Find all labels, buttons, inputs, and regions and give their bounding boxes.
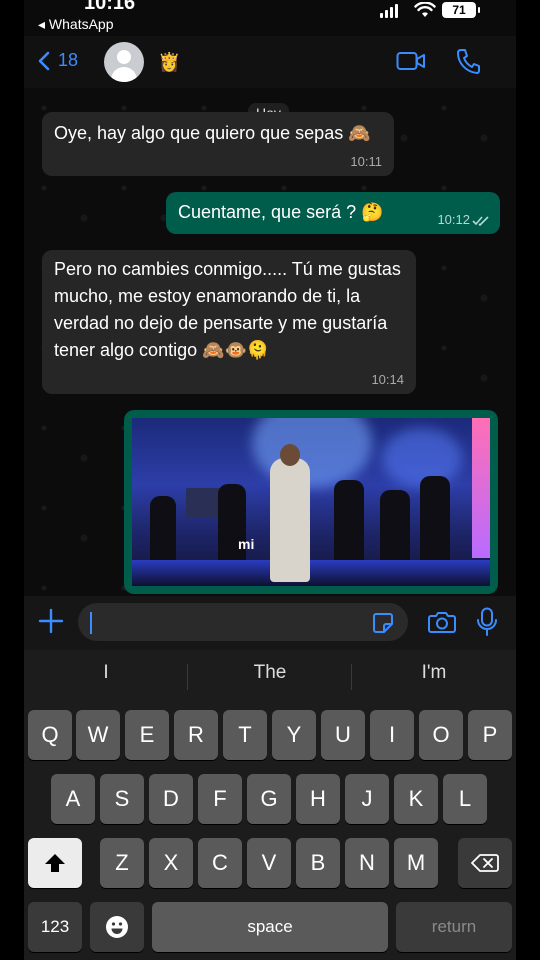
status-time: 10:16 (84, 0, 136, 14)
key-y[interactable]: Y (272, 710, 316, 760)
message-text: Oye, hay algo que quiero que sepas 🙈 (54, 123, 371, 143)
message-outgoing[interactable]: Cuentame, que será ? 🤔 10:12 (166, 192, 500, 234)
wifi-icon (414, 2, 436, 17)
numbers-key[interactable]: 123 (28, 902, 82, 952)
plus-icon[interactable] (38, 608, 64, 634)
suggestion-1[interactable]: I (26, 662, 186, 684)
back-to-app-link[interactable]: ◂ WhatsApp (38, 16, 114, 33)
back-app-label: WhatsApp (48, 16, 114, 32)
message-input-bar (24, 596, 516, 650)
key-z[interactable]: Z (100, 838, 144, 888)
unread-count: 18 (58, 50, 79, 70)
key-h[interactable]: H (296, 774, 340, 824)
message-input[interactable] (78, 603, 408, 641)
key-p[interactable]: P (468, 710, 512, 760)
key-i[interactable]: I (370, 710, 414, 760)
backspace-key[interactable] (458, 838, 512, 888)
key-u[interactable]: U (321, 710, 365, 760)
shift-key[interactable] (28, 838, 82, 888)
key-t[interactable]: T (223, 710, 267, 760)
return-key[interactable]: return (396, 902, 512, 952)
contact-name[interactable]: 👸 (158, 52, 180, 73)
key-x[interactable]: X (149, 838, 193, 888)
key-r[interactable]: R (174, 710, 218, 760)
message-incoming[interactable]: Pero no cambies conmigo..... Tú me gusta… (42, 250, 416, 394)
key-q[interactable]: Q (28, 710, 72, 760)
key-j[interactable]: J (345, 774, 389, 824)
backspace-icon (471, 854, 499, 872)
back-button[interactable]: 18 (38, 50, 78, 71)
emoji-icon (106, 916, 128, 938)
status-bar: 10:16 ◂ WhatsApp 71 (24, 0, 516, 36)
phone-icon[interactable] (456, 48, 480, 74)
key-f[interactable]: F (198, 774, 242, 824)
key-n[interactable]: N (345, 838, 389, 888)
message-time: 10:12 (437, 212, 470, 227)
video-call-icon[interactable] (396, 50, 426, 72)
key-l[interactable]: L (443, 774, 487, 824)
key-c[interactable]: C (198, 838, 242, 888)
suggestion-2[interactable]: The (190, 662, 350, 684)
suggestion-3[interactable]: I'm (354, 662, 514, 684)
camera-icon[interactable] (428, 610, 456, 634)
key-e[interactable]: E (125, 710, 169, 760)
video-message[interactable]: mi (124, 410, 498, 594)
key-b[interactable]: B (296, 838, 340, 888)
message-text: Cuentame, que será ? 🤔 (178, 202, 384, 222)
key-a[interactable]: A (51, 774, 95, 824)
video-caption: mi (238, 536, 255, 552)
back-chevron-icon (38, 51, 50, 70)
key-v[interactable]: V (247, 838, 291, 888)
contact-avatar[interactable] (104, 42, 144, 82)
key-w[interactable]: W (76, 710, 120, 760)
signal-icon (380, 4, 398, 18)
key-d[interactable]: D (149, 774, 193, 824)
message-text: Pero no cambies conmigo..... Tú me gusta… (54, 259, 401, 360)
battery-indicator: 71 (442, 2, 480, 18)
microphone-icon[interactable] (476, 607, 498, 637)
key-s[interactable]: S (100, 774, 144, 824)
chat-header: 18 👸 (24, 36, 516, 88)
keyboard: I The I'm Q W E R T Y U I O P A S D F G … (24, 650, 516, 960)
key-k[interactable]: K (394, 774, 438, 824)
double-check-icon (472, 216, 489, 227)
key-m[interactable]: M (394, 838, 438, 888)
space-key[interactable]: space (152, 902, 388, 952)
message-incoming[interactable]: Oye, hay algo que quiero que sepas 🙈 10:… (42, 112, 394, 176)
shift-icon (45, 854, 65, 872)
suggestion-bar: I The I'm (24, 650, 516, 698)
key-o[interactable]: O (419, 710, 463, 760)
emoji-key[interactable] (90, 902, 144, 952)
whatsapp-screen: 10:16 ◂ WhatsApp 71 18 👸 Hoy (24, 0, 516, 960)
sticker-icon[interactable] (372, 612, 394, 634)
text-cursor (90, 612, 92, 634)
key-g[interactable]: G (247, 774, 291, 824)
video-thumbnail[interactable]: mi (132, 418, 490, 586)
chat-area[interactable]: Hoy Oye, hay algo que quiero que sepas 🙈… (24, 88, 516, 596)
message-time: 10:14 (371, 372, 404, 387)
message-time: 10:11 (350, 154, 382, 169)
